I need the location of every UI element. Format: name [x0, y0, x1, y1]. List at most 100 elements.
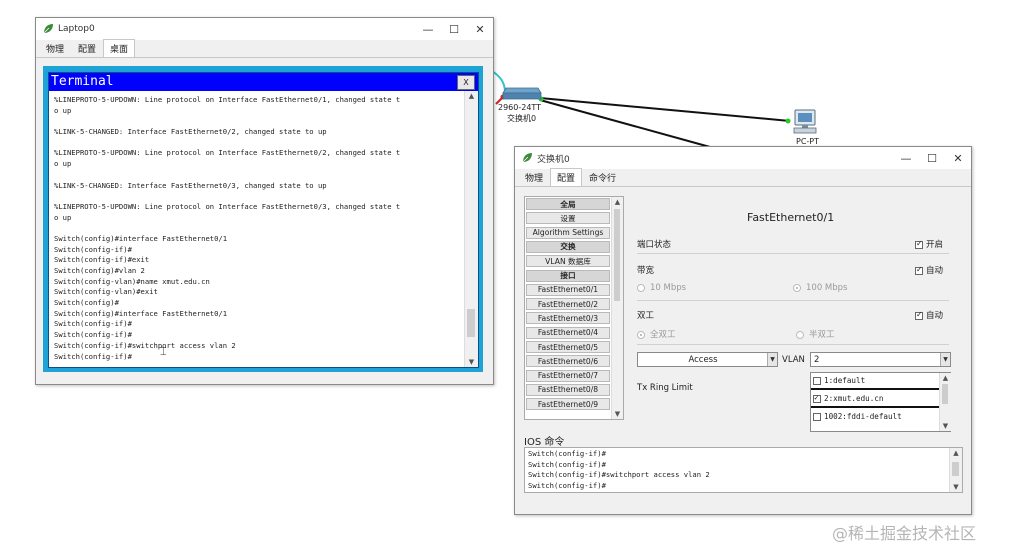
- divider: [637, 344, 949, 345]
- close-button[interactable]: ✕: [467, 18, 493, 40]
- tab-config[interactable]: 配置: [71, 39, 103, 57]
- checkbox-icon: [813, 377, 821, 385]
- terminal-line: Switch(config)#vlan 2: [54, 266, 145, 275]
- nav-item[interactable]: 接口: [526, 269, 610, 282]
- vlan-option[interactable]: 1002:fddi-default: [813, 412, 902, 421]
- duplex-half-label: 半双工: [809, 330, 835, 340]
- radio-icon: [796, 330, 804, 339]
- port-mode-value: Access: [688, 355, 718, 365]
- tab-cli[interactable]: 命令行: [582, 168, 623, 186]
- vlan-select[interactable]: 2 ▼: [810, 352, 951, 367]
- chevron-down-icon: ▼: [940, 353, 950, 366]
- maximize-button[interactable]: ☐: [919, 147, 945, 169]
- vlan-option[interactable]: 1:default: [813, 376, 865, 385]
- text-cursor-icon: ⌶: [160, 345, 167, 358]
- radio-selected-icon: [637, 330, 645, 339]
- divider: [637, 300, 949, 301]
- port-status-checkbox[interactable]: 开启: [915, 238, 943, 250]
- terminal-scrollbar[interactable]: ▲ ▼: [464, 91, 478, 367]
- nav-item[interactable]: FastEthernet0/4: [526, 326, 610, 339]
- terminal-line: o up: [54, 159, 72, 169]
- link-switch-other: [539, 99, 711, 148]
- watermark: @稀土掘金技术社区: [832, 524, 977, 543]
- duplex-full-radio[interactable]: 全双工: [637, 328, 676, 340]
- scroll-up-icon[interactable]: ▲: [612, 197, 623, 207]
- pc-device-icon[interactable]: [790, 108, 820, 136]
- bandwidth-label: 带宽: [637, 266, 655, 276]
- terminal-line: Switch(config)#interface FastEthernet0/1: [54, 308, 228, 318]
- nav-item[interactable]: FastEthernet0/1: [526, 283, 610, 296]
- switch-model-label: 2960-24TT: [498, 103, 542, 112]
- scroll-down-icon[interactable]: ▼: [940, 421, 951, 431]
- scroll-down-icon[interactable]: ▼: [465, 357, 478, 367]
- tab-physical[interactable]: 物理: [518, 168, 550, 186]
- ios-line: Switch(config-if)#: [528, 480, 606, 490]
- bandwidth-check-label: 自动: [926, 266, 944, 276]
- nav-item[interactable]: FastEthernet0/9: [526, 398, 610, 411]
- duplex-half-radio[interactable]: 半双工: [796, 328, 835, 340]
- bandwidth-10-radio[interactable]: 10 Mbps: [637, 283, 686, 293]
- tab-desktop[interactable]: 桌面: [103, 39, 136, 57]
- minimize-button[interactable]: —: [415, 18, 441, 40]
- ios-scrollbar[interactable]: ▲ ▼: [949, 448, 962, 492]
- duplex-auto-checkbox[interactable]: 自动: [915, 309, 943, 321]
- terminal-line: Switch(config)#interface FastEthernet0/1: [54, 233, 228, 243]
- nav-item[interactable]: FastEthernet0/5: [526, 341, 610, 353]
- scroll-up-icon[interactable]: ▲: [940, 373, 951, 383]
- ios-command-label: IOS 命令: [524, 437, 565, 448]
- switch-device-icon[interactable]: [500, 86, 542, 102]
- scroll-thumb[interactable]: [942, 384, 948, 404]
- scroll-up-icon[interactable]: ▲: [950, 448, 962, 458]
- nav-item[interactable]: 设置: [526, 212, 610, 225]
- scroll-down-icon[interactable]: ▼: [612, 409, 623, 419]
- nav-item[interactable]: Algorithm Settings: [526, 226, 610, 239]
- terminal-line: Switch(config-if)#: [54, 330, 132, 340]
- bandwidth-100-radio[interactable]: 100 Mbps: [793, 283, 847, 293]
- terminal-title: Terminal: [51, 74, 114, 89]
- nav-item[interactable]: FastEthernet0/7: [526, 369, 610, 382]
- scroll-up-icon[interactable]: ▲: [465, 91, 478, 101]
- tab-physical[interactable]: 物理: [39, 39, 71, 57]
- nav-scrollbar[interactable]: ▲ ▼: [611, 197, 623, 419]
- divider: [637, 253, 949, 254]
- terminal-line: Switch(config-vlan)#exit: [54, 287, 158, 297]
- vlan-option[interactable]: 2:xmut.edu.cn: [813, 393, 883, 403]
- scroll-thumb[interactable]: [952, 462, 959, 476]
- port-mode-select[interactable]: Access ▼: [637, 352, 778, 367]
- nav-item[interactable]: FastEthernet0/2: [526, 298, 610, 311]
- config-nav: 全局 设置 Algorithm Settings 交换 VLAN 数据库 接口 FastEt…: [524, 196, 624, 420]
- terminal-line: %LINEPROTO-5-UPDOWN: Line protocol on In…: [54, 95, 401, 104]
- terminal-close-button[interactable]: X: [457, 75, 475, 90]
- terminal-line: Switch(config-if)#switchport access vlan…: [54, 340, 236, 350]
- chevron-down-icon: ▼: [767, 353, 777, 366]
- switch-name-label: 交换机0: [507, 114, 537, 123]
- nav-item[interactable]: VLAN 数据库: [526, 255, 610, 268]
- nav-item[interactable]: 交换: [526, 240, 610, 253]
- ios-command-box[interactable]: Switch(config-if)# Switch(config-if)# Swit…: [524, 447, 963, 493]
- checkbox-icon: [813, 413, 821, 421]
- panel-title: FastEthernet0/1: [747, 211, 835, 224]
- close-button[interactable]: ✕: [945, 147, 971, 169]
- nav-item[interactable]: FastEthernet0/3: [526, 312, 610, 325]
- minimize-button[interactable]: —: [893, 147, 919, 169]
- maximize-button[interactable]: ☐: [441, 18, 467, 40]
- config-nav-list: 全局 设置 Algorithm Settings 交换 VLAN 数据库 接口 FastEt…: [526, 198, 612, 418]
- vlan-scrollbar[interactable]: ▲ ▼: [939, 373, 951, 431]
- scroll-thumb[interactable]: [467, 309, 475, 337]
- bandwidth-100-label: 100 Mbps: [806, 283, 848, 293]
- vlan-options: 1:default 2:xmut.edu.cn 1002:fddi-default: [811, 373, 939, 431]
- laptop-tabs: 物理 配置 桌面: [36, 39, 493, 58]
- tab-config[interactable]: 配置: [550, 168, 583, 186]
- nav-item[interactable]: 全局: [526, 198, 610, 210]
- radio-icon: [637, 283, 645, 292]
- terminal-output[interactable]: %LINEPROTO-5-UPDOWN: Line protocol on In…: [54, 95, 461, 365]
- scroll-down-icon[interactable]: ▼: [950, 482, 962, 492]
- bandwidth-auto-checkbox[interactable]: 自动: [915, 264, 943, 276]
- ios-line: Switch(config-if)#: [528, 449, 606, 458]
- scroll-thumb[interactable]: [614, 209, 620, 301]
- port-status-check-label: 开启: [926, 240, 944, 250]
- nav-item[interactable]: FastEthernet0/6: [526, 355, 610, 368]
- nav-item[interactable]: FastEthernet0/8: [526, 383, 610, 396]
